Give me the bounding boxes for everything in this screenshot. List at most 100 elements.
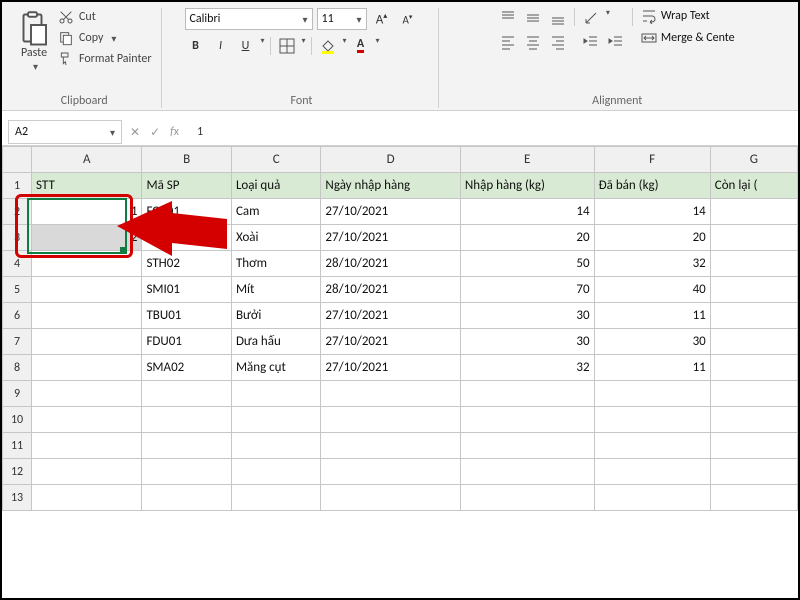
- cell-B2[interactable]: FCA01: [142, 199, 231, 225]
- cell-D1[interactable]: Ngày nhập hàng: [321, 173, 460, 199]
- cell-C3[interactable]: Xoài: [231, 225, 320, 251]
- row-header[interactable]: 5: [3, 277, 32, 303]
- align-left-button[interactable]: [497, 32, 519, 52]
- col-header-G[interactable]: G: [710, 147, 797, 173]
- row-header[interactable]: 2: [3, 199, 32, 225]
- cell-G8[interactable]: [710, 355, 797, 381]
- cell-B5[interactable]: SMI01: [142, 277, 231, 303]
- row-header[interactable]: 11: [3, 433, 32, 459]
- cell-G5[interactable]: [710, 277, 797, 303]
- cell-F6[interactable]: 11: [594, 303, 710, 329]
- cell-E9[interactable]: [460, 381, 594, 407]
- cell-D12[interactable]: [321, 459, 460, 485]
- cell-F11[interactable]: [594, 433, 710, 459]
- cell-E10[interactable]: [460, 407, 594, 433]
- cell-E11[interactable]: [460, 433, 594, 459]
- col-header-E[interactable]: E: [460, 147, 594, 173]
- chevron-down-icon[interactable]: ▾: [605, 8, 610, 28]
- cell-C11[interactable]: [231, 433, 320, 459]
- cell-A8[interactable]: [32, 355, 142, 381]
- row-header[interactable]: 10: [3, 407, 32, 433]
- increase-font-button[interactable]: A▴: [371, 9, 393, 29]
- grid-table[interactable]: ABCDEFG 1STTMã SPLoại quảNgày nhập hàngN…: [2, 146, 798, 511]
- row-header[interactable]: 9: [3, 381, 32, 407]
- cell-B8[interactable]: SMA02: [142, 355, 231, 381]
- row-header[interactable]: 6: [3, 303, 32, 329]
- cell-G4[interactable]: [710, 251, 797, 277]
- cell-C6[interactable]: Bưởi: [231, 303, 320, 329]
- cell-D10[interactable]: [321, 407, 460, 433]
- cell-C1[interactable]: Loại quả: [231, 173, 320, 199]
- cell-E5[interactable]: 70: [460, 277, 594, 303]
- cell-F10[interactable]: [594, 407, 710, 433]
- cell-B13[interactable]: [142, 485, 231, 511]
- cell-D9[interactable]: [321, 381, 460, 407]
- cell-C5[interactable]: Mít: [231, 277, 320, 303]
- cell-B4[interactable]: STH02: [142, 251, 231, 277]
- cell-A2[interactable]: 1: [32, 199, 142, 225]
- cell-A9[interactable]: [32, 381, 142, 407]
- cell-E3[interactable]: 20: [460, 225, 594, 251]
- cell-D3[interactable]: 27/10/2021: [321, 225, 460, 251]
- cell-A4[interactable]: [32, 251, 142, 277]
- cell-G3[interactable]: [710, 225, 797, 251]
- col-header-B[interactable]: B: [142, 147, 231, 173]
- cell-A3[interactable]: 2: [32, 225, 142, 251]
- cell-E12[interactable]: [460, 459, 594, 485]
- copy-button[interactable]: Copy ▾: [55, 30, 155, 46]
- cell-F2[interactable]: 14: [594, 199, 710, 225]
- col-header-A[interactable]: A: [32, 147, 142, 173]
- chevron-down-icon[interactable]: ▾: [301, 36, 306, 56]
- cell-D7[interactable]: 27/10/2021: [321, 329, 460, 355]
- row-header[interactable]: 3: [3, 225, 32, 251]
- cell-D6[interactable]: 27/10/2021: [321, 303, 460, 329]
- cell-F8[interactable]: 11: [594, 355, 710, 381]
- row-header[interactable]: 13: [3, 485, 32, 511]
- row-header[interactable]: 12: [3, 459, 32, 485]
- col-header-F[interactable]: F: [594, 147, 710, 173]
- cell-F1[interactable]: Đã bán (kg): [594, 173, 710, 199]
- align-bottom-button[interactable]: [547, 8, 569, 28]
- cell-F13[interactable]: [594, 485, 710, 511]
- cell-B9[interactable]: [142, 381, 231, 407]
- fx-button[interactable]: fx: [170, 125, 179, 139]
- cell-B6[interactable]: TBU01: [142, 303, 231, 329]
- cell-E1[interactable]: Nhập hàng (kg): [460, 173, 594, 199]
- cell-C10[interactable]: [231, 407, 320, 433]
- cell-E4[interactable]: 50: [460, 251, 594, 277]
- cut-button[interactable]: Cut: [55, 9, 155, 25]
- cell-C12[interactable]: [231, 459, 320, 485]
- row-header[interactable]: 4: [3, 251, 32, 277]
- cell-D5[interactable]: 28/10/2021: [321, 277, 460, 303]
- cell-G7[interactable]: [710, 329, 797, 355]
- cell-F3[interactable]: 20: [594, 225, 710, 251]
- cell-F7[interactable]: 30: [594, 329, 710, 355]
- select-all-corner[interactable]: [3, 147, 32, 173]
- font-color-button[interactable]: A: [350, 36, 372, 56]
- cell-G9[interactable]: [710, 381, 797, 407]
- name-box[interactable]: A2▾: [8, 120, 122, 144]
- row-header[interactable]: 1: [3, 173, 32, 199]
- col-header-C[interactable]: C: [231, 147, 320, 173]
- formula-value[interactable]: 1: [187, 125, 213, 139]
- cell-C9[interactable]: [231, 381, 320, 407]
- cell-A13[interactable]: [32, 485, 142, 511]
- cell-C4[interactable]: Thơm: [231, 251, 320, 277]
- cell-C7[interactable]: Dưa hấu: [231, 329, 320, 355]
- align-middle-button[interactable]: [522, 8, 544, 28]
- cell-E6[interactable]: 30: [460, 303, 594, 329]
- decrease-indent-button[interactable]: [580, 32, 602, 52]
- format-painter-button[interactable]: Format Painter: [55, 51, 155, 67]
- row-header[interactable]: 8: [3, 355, 32, 381]
- cell-F5[interactable]: 40: [594, 277, 710, 303]
- chevron-down-icon[interactable]: ▾: [342, 36, 347, 56]
- cell-D4[interactable]: 28/10/2021: [321, 251, 460, 277]
- orientation-button[interactable]: [580, 8, 602, 28]
- confirm-formula-button[interactable]: ✓: [150, 125, 160, 140]
- cell-A7[interactable]: [32, 329, 142, 355]
- cell-G12[interactable]: [710, 459, 797, 485]
- cell-G11[interactable]: [710, 433, 797, 459]
- col-header-D[interactable]: D: [321, 147, 460, 173]
- cancel-formula-button[interactable]: ✕: [130, 125, 140, 140]
- chevron-down-icon[interactable]: ▾: [260, 36, 265, 56]
